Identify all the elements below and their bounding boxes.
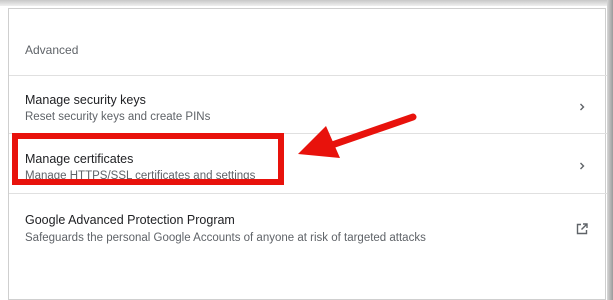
row-subtitle: Reset security keys and create PINs — [25, 111, 211, 123]
row-title: Google Advanced Protection Program — [25, 213, 235, 227]
open-in-new-icon — [576, 223, 588, 235]
right-shadow — [607, 0, 613, 300]
section-header-advanced: Advanced — [25, 43, 79, 57]
row-title: Manage security keys — [25, 93, 146, 107]
top-shadow — [0, 0, 613, 6]
highlight-box — [12, 133, 284, 185]
row-subtitle: Safeguards the personal Google Accounts … — [25, 232, 426, 244]
chevron-right-icon — [580, 162, 585, 170]
settings-row-advanced-protection[interactable]: Google Advanced Protection Program Safeg… — [9, 193, 607, 257]
chevron-right-icon — [580, 103, 585, 111]
arrow-annotation — [298, 113, 417, 158]
screenshot-frame: Advanced Manage security keys Reset secu… — [0, 0, 613, 300]
